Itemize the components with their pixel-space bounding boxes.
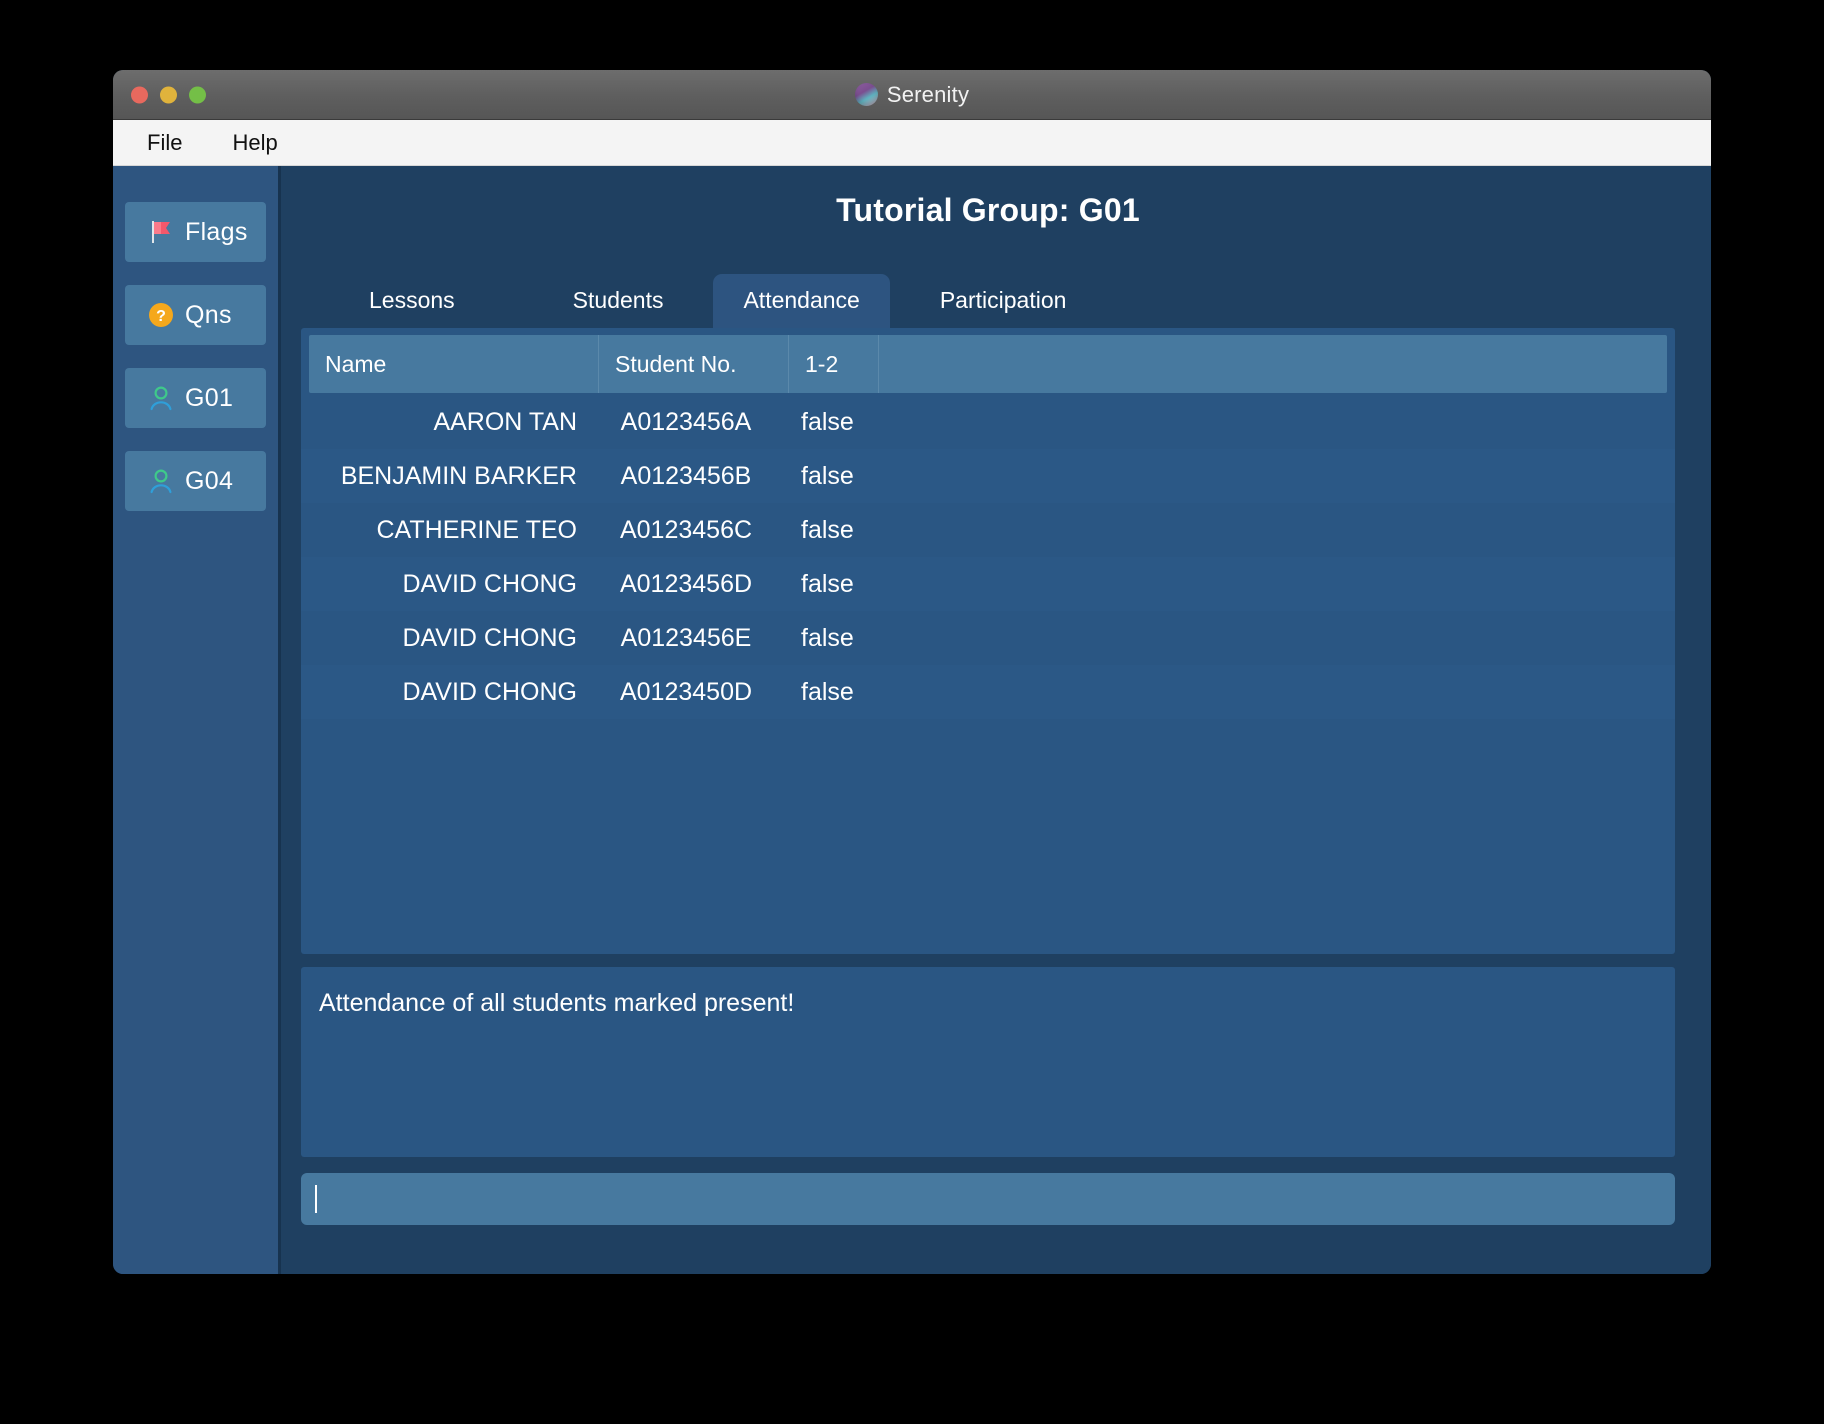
sidebar-item-qns[interactable]: ? Qns (125, 285, 266, 345)
table-header-row: Name Student No. 1-2 (309, 335, 1667, 393)
menu-item-help[interactable]: Help (228, 128, 281, 158)
tab-lessons[interactable]: Lessons (339, 274, 485, 328)
result-display-panel: Attendance of all students marked presen… (301, 967, 1675, 1157)
cell-attendance: false (801, 569, 854, 598)
column-header-student-no[interactable]: Student No. (599, 335, 789, 393)
window-body: Flags ? Qns G01 G04 Tutorial Group: G01 … (113, 166, 1711, 1274)
table-row[interactable]: AARON TAN A0123456A false (301, 395, 1675, 449)
sidebar-item-label: G01 (185, 383, 234, 412)
close-window-button[interactable] (131, 86, 148, 103)
svg-text:?: ? (156, 308, 166, 325)
column-header-name[interactable]: Name (309, 335, 599, 393)
main-panel: Tutorial Group: G01 Lessons Students Att… (281, 166, 1711, 1274)
cell-name: CATHERINE TEO (376, 515, 578, 544)
menu-item-file[interactable]: File (143, 128, 186, 158)
result-message: Attendance of all students marked presen… (319, 989, 795, 1017)
window-titlebar: Serenity (113, 70, 1711, 120)
minimize-window-button[interactable] (160, 86, 177, 103)
sidebar-item-label: Flags (185, 217, 248, 246)
table-row[interactable]: CATHERINE TEO A0123456C false (301, 503, 1675, 557)
column-header-1-2[interactable]: 1-2 (789, 335, 879, 393)
flag-icon (147, 218, 175, 246)
tab-participation[interactable]: Participation (910, 274, 1097, 328)
serenity-logo-icon (854, 83, 878, 106)
window-title: Serenity (886, 81, 970, 107)
menu-bar: File Help (113, 120, 1711, 166)
cell-name: BENJAMIN BARKER (340, 461, 577, 490)
cell-student-no: A0123456D (619, 569, 753, 598)
cell-name: AARON TAN (433, 407, 577, 436)
cell-attendance: false (801, 515, 854, 544)
window-controls (131, 86, 206, 103)
attendance-table: Name Student No. 1-2 AARON TAN A0123456A… (301, 328, 1675, 954)
sidebar-item-g04[interactable]: G04 (125, 451, 266, 511)
table-row[interactable]: DAVID CHONG A0123456E false (301, 611, 1675, 665)
sidebar-item-label: G04 (185, 466, 234, 495)
cell-name: DAVID CHONG (402, 623, 577, 652)
window-title-group: Serenity (854, 81, 970, 108)
command-input[interactable] (301, 1173, 1675, 1225)
sidebar: Flags ? Qns G01 G04 (113, 166, 281, 1274)
cell-attendance: false (801, 407, 854, 436)
cell-attendance: false (801, 623, 854, 652)
text-caret (315, 1185, 317, 1213)
cell-attendance: false (801, 461, 854, 490)
cell-student-no: A0123456E (620, 623, 752, 652)
application-window: Serenity File Help Flags ? Qns G01 G04 T… (113, 70, 1711, 1274)
table-row[interactable]: DAVID CHONG A0123456D false (301, 557, 1675, 611)
cell-student-no: A0123456C (619, 515, 753, 544)
cell-student-no: A0123456B (620, 461, 752, 490)
tab-students[interactable]: Students (543, 274, 694, 328)
table-row[interactable]: DAVID CHONG A0123450D false (301, 665, 1675, 719)
tab-attendance[interactable]: Attendance (713, 274, 890, 328)
cell-student-no: A0123450D (619, 677, 753, 706)
table-row[interactable]: BENJAMIN BARKER A0123456B false (301, 449, 1675, 503)
table-body: AARON TAN A0123456A false BENJAMIN BARKE… (301, 393, 1675, 954)
cell-name: DAVID CHONG (402, 569, 577, 598)
cell-name: DAVID CHONG (402, 677, 577, 706)
page-title: Tutorial Group: G01 (836, 192, 1140, 228)
person-icon (147, 467, 175, 495)
cell-attendance: false (801, 677, 854, 706)
sidebar-item-g01[interactable]: G01 (125, 368, 266, 428)
cell-student-no: A0123456A (620, 407, 752, 436)
sidebar-item-flags[interactable]: Flags (125, 202, 266, 262)
person-icon (147, 384, 175, 412)
question-circle-icon: ? (147, 301, 175, 329)
column-header-filler (879, 335, 1667, 393)
sidebar-item-label: Qns (185, 300, 232, 329)
maximize-window-button[interactable] (189, 86, 206, 103)
tab-bar: Lessons Students Attendance Participatio… (301, 274, 1675, 328)
